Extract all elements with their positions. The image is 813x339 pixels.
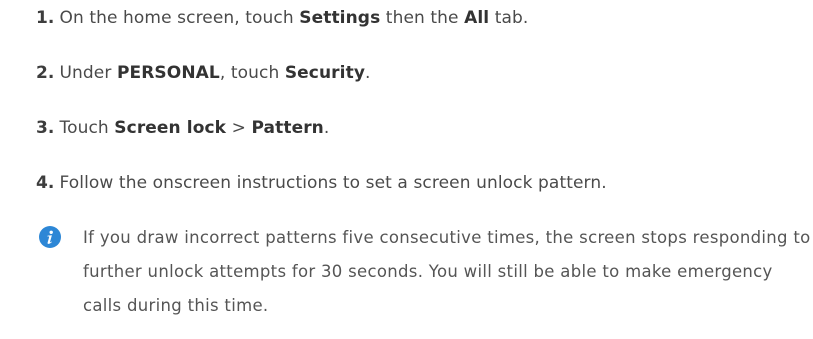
step-text: > xyxy=(226,118,252,138)
step-text: Touch xyxy=(59,118,115,138)
step-text: tab. xyxy=(489,8,529,28)
step-number: 2. xyxy=(36,63,55,83)
step-2: 2. Under PERSONAL, touch Security. xyxy=(36,55,796,110)
step-text: then the xyxy=(380,8,465,28)
step-text: On the home screen, touch xyxy=(59,8,300,28)
step-text: , touch xyxy=(219,63,285,83)
step-1: 1. On the home screen, touch Settings the… xyxy=(36,0,796,55)
step-text: Follow the onscreen instructions to set … xyxy=(59,173,607,193)
info-icon xyxy=(39,226,61,248)
settings-label: Settings xyxy=(299,8,381,28)
instruction-steps: 1. On the home screen, touch Settings the… xyxy=(36,0,796,220)
step-text: Under xyxy=(59,63,117,83)
step-4: 4. Follow the onscreen instructions to se… xyxy=(36,165,796,220)
security-label: Security xyxy=(284,63,366,83)
pattern-label: Pattern xyxy=(251,118,324,138)
step-number: 1. xyxy=(36,8,55,28)
personal-label: PERSONAL xyxy=(116,63,220,83)
all-tab-label: All xyxy=(464,8,490,28)
screen-lock-label: Screen lock xyxy=(114,118,227,138)
note-block: If you draw incorrect patterns five cons… xyxy=(39,221,810,323)
step-number: 3. xyxy=(36,118,55,138)
step-number: 4. xyxy=(36,173,55,193)
step-text: . xyxy=(323,118,330,138)
note-text: If you draw incorrect patterns five cons… xyxy=(83,228,811,315)
step-3: 3. Touch Screen lock > Pattern. xyxy=(36,110,796,165)
step-text: . xyxy=(365,63,371,83)
